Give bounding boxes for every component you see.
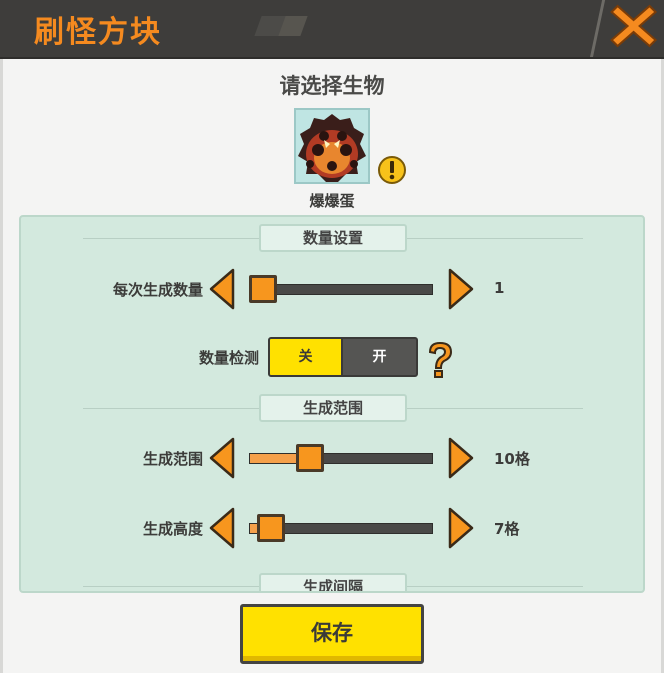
title-bar: 刷怪方块 xyxy=(0,0,664,59)
spawn-height-increase-arrow-icon[interactable] xyxy=(448,507,474,549)
spawn-range-label: 生成范围 xyxy=(142,450,203,468)
select-creature-heading: 请选择生物 xyxy=(279,74,385,98)
spawn-count-increase-arrow-icon[interactable] xyxy=(448,268,474,310)
creature-selector[interactable] xyxy=(294,108,370,184)
section-divider xyxy=(83,238,259,239)
creature-name: 爆爆蛋 xyxy=(309,192,355,210)
save-button[interactable]: 保存 xyxy=(240,604,424,664)
section-title-interval: 生成间隔 xyxy=(259,573,407,591)
spawn-count-value: 1 xyxy=(494,279,505,297)
help-question-icon[interactable] xyxy=(425,340,455,384)
section-divider xyxy=(83,586,259,587)
spawn-range-increase-arrow-icon[interactable] xyxy=(448,437,474,479)
close-button[interactable] xyxy=(590,0,664,57)
count-check-on-option[interactable]: 开 xyxy=(343,339,416,375)
window-title: 刷怪方块 xyxy=(34,15,162,50)
window-edge xyxy=(0,59,3,673)
bomb-egg-icon xyxy=(298,114,366,182)
section-divider xyxy=(407,408,583,409)
count-check-label: 数量检测 xyxy=(198,349,259,367)
spawn-height-slider-thumb[interactable] xyxy=(256,514,285,542)
spawn-range-slider-track[interactable] xyxy=(249,453,433,464)
count-check-toggle[interactable]: 关 开 xyxy=(268,337,418,377)
spawn-height-decrease-arrow-icon[interactable] xyxy=(209,507,235,549)
spawn-range-slider-thumb[interactable] xyxy=(295,444,324,472)
spawn-range-value: 10格 xyxy=(494,450,530,468)
spawn-height-value: 7格 xyxy=(494,520,520,538)
warning-icon[interactable] xyxy=(377,155,407,189)
spawn-count-decrease-arrow-icon[interactable] xyxy=(209,268,235,310)
spawn-height-label: 生成高度 xyxy=(142,520,203,538)
spawn-count-label: 每次生成数量 xyxy=(112,281,203,299)
count-check-off-option[interactable]: 关 xyxy=(270,339,343,375)
close-icon xyxy=(610,4,658,48)
spawn-count-slider-thumb[interactable] xyxy=(249,275,277,303)
section-divider xyxy=(407,238,583,239)
section-divider xyxy=(407,586,583,587)
section-divider xyxy=(83,408,259,409)
section-title-quantity: 数量设置 xyxy=(259,224,407,252)
settings-panel[interactable]: 数量设置 每次生成数量 1 数量检测 关 开 生成范围 生成范围 10格 生成高… xyxy=(19,215,645,593)
section-title-range: 生成范围 xyxy=(259,394,407,422)
spawn-range-decrease-arrow-icon[interactable] xyxy=(209,437,235,479)
